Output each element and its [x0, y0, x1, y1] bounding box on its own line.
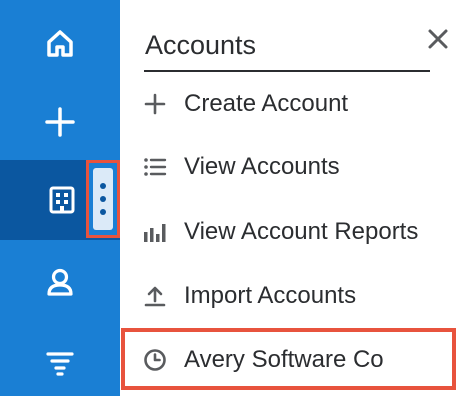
- menu-item-label: View Accounts: [184, 153, 340, 180]
- kebab-dot: [100, 209, 106, 215]
- person-icon: [42, 264, 78, 300]
- list-icon: [142, 154, 168, 180]
- home-icon: [42, 26, 78, 62]
- kebab-dot: [100, 183, 106, 189]
- close-icon[interactable]: [426, 27, 450, 51]
- recent-record-highlight: [121, 328, 456, 390]
- menu-item-create-account[interactable]: Create Account: [142, 84, 348, 124]
- sidebar-item-contacts[interactable]: [0, 250, 120, 314]
- menu-item-label: Create Account: [184, 90, 349, 117]
- kebab-dot: [100, 196, 106, 202]
- more-options-button[interactable]: [93, 168, 113, 230]
- menu-item-view-account-reports[interactable]: View Account Reports: [142, 212, 418, 252]
- sidebar-item-quick-create[interactable]: [0, 90, 120, 154]
- menu-item-label: View Account Reports: [184, 218, 419, 245]
- accounts-more-button-highlight: [86, 160, 120, 238]
- upload-icon: [142, 283, 168, 309]
- bar-chart-icon: [142, 219, 168, 245]
- building-icon: [44, 182, 80, 218]
- sidebar-item-filter[interactable]: [0, 330, 120, 394]
- sidebar-item-home[interactable]: [0, 12, 120, 76]
- plus-icon: [142, 91, 168, 117]
- title-divider: [144, 70, 430, 72]
- filter-icon: [42, 344, 78, 380]
- menu-title: Accounts: [145, 30, 257, 60]
- menu-item-view-accounts[interactable]: View Accounts: [142, 147, 340, 187]
- plus-icon: [42, 104, 78, 140]
- menu-item-import-accounts[interactable]: Import Accounts: [142, 276, 356, 316]
- menu-item-label: Import Accounts: [184, 282, 357, 309]
